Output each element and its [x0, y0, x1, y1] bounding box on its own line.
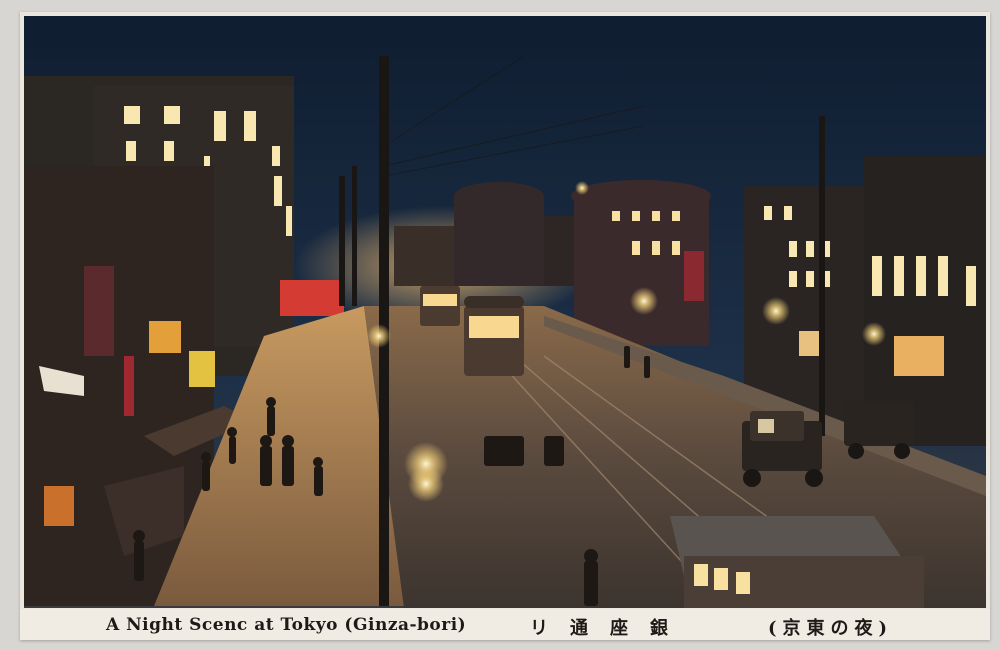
red-sign	[280, 280, 344, 316]
postcard: A Night Scenc at Tokyo (Ginza-bori) リ通座銀…	[20, 12, 990, 640]
caption-english: A Night Scenc at Tokyo (Ginza-bori)	[106, 615, 467, 635]
caption-japanese-title: (京東の夜)	[768, 618, 894, 639]
domed-building-right	[571, 180, 711, 346]
caption-band: A Night Scenc at Tokyo (Ginza-bori) リ通座銀…	[20, 609, 990, 640]
ginza-night-scene	[24, 16, 986, 608]
streetcar-front	[464, 296, 524, 376]
caption-japanese-street: リ通座銀	[530, 618, 690, 639]
streetcar-rear	[420, 286, 460, 326]
night-street-photo	[24, 16, 986, 608]
